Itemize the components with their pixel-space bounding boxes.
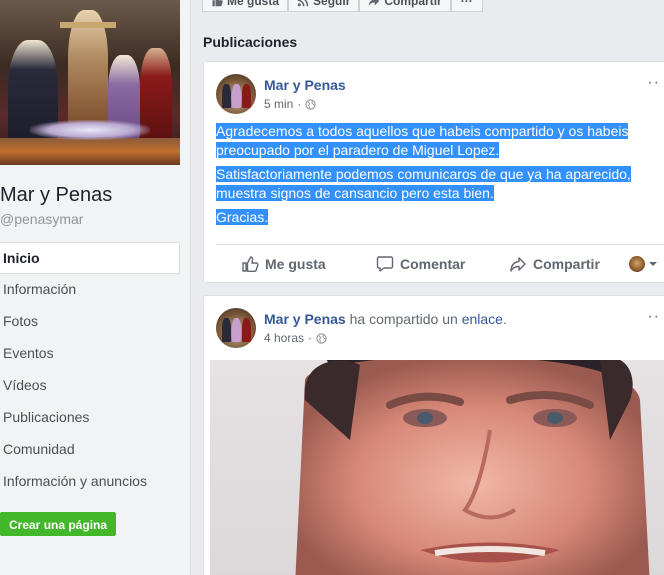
post-author[interactable]: Mar y Penas — [264, 311, 346, 327]
meta-separator: · — [297, 97, 302, 111]
shared-text: ha compartido un enlace. — [350, 311, 507, 327]
nav-item-videos[interactable]: Vídeos — [0, 370, 180, 402]
nav-item-informacion[interactable]: Información — [0, 274, 180, 306]
page-nav: Inicio Información Fotos Eventos Vídeos … — [0, 242, 180, 498]
like-page-label: Me gusta — [227, 0, 280, 8]
follow-page-label: Seguir — [313, 0, 351, 8]
more-dots-icon[interactable]: ·· — [647, 308, 660, 326]
share-button[interactable]: Compartir — [509, 255, 600, 273]
post-author[interactable]: Mar y Penas — [264, 77, 346, 93]
post-paragraph: Satisfactoriamente podemos comunicaros d… — [216, 166, 631, 201]
like-label: Me gusta — [265, 256, 326, 272]
like-button[interactable]: Me gusta — [241, 255, 326, 273]
nav-item-fotos[interactable]: Fotos — [0, 306, 180, 338]
thumbs-up-icon — [242, 256, 259, 272]
nav-item-informacion-y-anuncios[interactable]: Información y anuncios — [0, 466, 180, 498]
share-arrow-icon — [369, 0, 380, 7]
author-avatar[interactable] — [216, 74, 256, 114]
meta-separator: · — [308, 331, 313, 345]
post-body: Agradecemos a todos aquellos que habeis … — [216, 122, 664, 232]
more-dots-icon[interactable]: ·· — [647, 74, 660, 92]
shared-prefix: ha compartido un — [349, 311, 458, 327]
nav-item-comunidad[interactable]: Comunidad — [0, 434, 180, 466]
thumbs-up-icon — [212, 0, 223, 7]
post-meta: 5 min · — [264, 97, 316, 111]
post-card: Mar y Penas ha compartido un enlace. 4 h… — [203, 295, 664, 575]
comment-button[interactable]: Comentar — [376, 255, 465, 273]
like-page-button[interactable]: Me gusta — [202, 0, 289, 12]
post-paragraph: Gracias. — [216, 209, 269, 225]
more-options-button[interactable]: ··· — [450, 0, 483, 12]
section-title: Publicaciones — [203, 34, 298, 50]
post-time[interactable]: 5 min — [264, 97, 293, 111]
nav-item-inicio[interactable]: Inicio — [0, 242, 180, 274]
post-paragraph: Agradecemos a todos aquellos que habeis … — [216, 123, 629, 158]
globe-icon — [305, 98, 316, 110]
share-label: Compartir — [533, 256, 600, 272]
post-actions: Me gusta Comentar Compartir — [216, 244, 664, 282]
author-avatar[interactable] — [216, 308, 256, 348]
comment-label: Comentar — [400, 256, 466, 272]
share-page-label: Compartir — [384, 0, 442, 8]
shared-suffix: . — [502, 311, 507, 327]
page-name[interactable]: Mar y Penas — [0, 184, 112, 207]
shared-link[interactable]: enlace — [462, 311, 503, 327]
globe-icon — [316, 332, 327, 344]
share-arrow-icon — [510, 257, 526, 272]
post-time[interactable]: 4 horas — [264, 331, 304, 345]
portrait-image — [295, 360, 650, 575]
page-action-bar: Me gusta Seguir Compartir ··· — [202, 0, 483, 12]
comment-icon — [376, 256, 394, 272]
caret-down-icon — [649, 262, 657, 266]
post-author-line: Mar y Penas ha compartido un enlace. — [264, 311, 507, 327]
page-cover-photo[interactable] — [0, 0, 180, 165]
post-meta: 4 horas · — [264, 331, 327, 345]
post-as-selector[interactable] — [629, 256, 658, 272]
page-handle[interactable]: @penasymar — [0, 211, 83, 227]
left-sidebar: Mar y Penas @penasymar Inicio Informació… — [0, 0, 191, 575]
viewer-avatar — [629, 256, 645, 272]
nav-item-eventos[interactable]: Eventos — [0, 338, 180, 370]
share-page-button[interactable]: Compartir — [359, 0, 451, 12]
follow-page-button[interactable]: Seguir — [288, 0, 360, 12]
rss-icon — [297, 0, 309, 7]
nav-item-publicaciones[interactable]: Publicaciones — [0, 402, 180, 434]
shared-link-photo[interactable] — [210, 360, 664, 575]
post-card: Mar y Penas 5 min · ·· Agradecemos a tod… — [203, 61, 664, 283]
create-page-button[interactable]: Crear una página — [0, 512, 117, 536]
